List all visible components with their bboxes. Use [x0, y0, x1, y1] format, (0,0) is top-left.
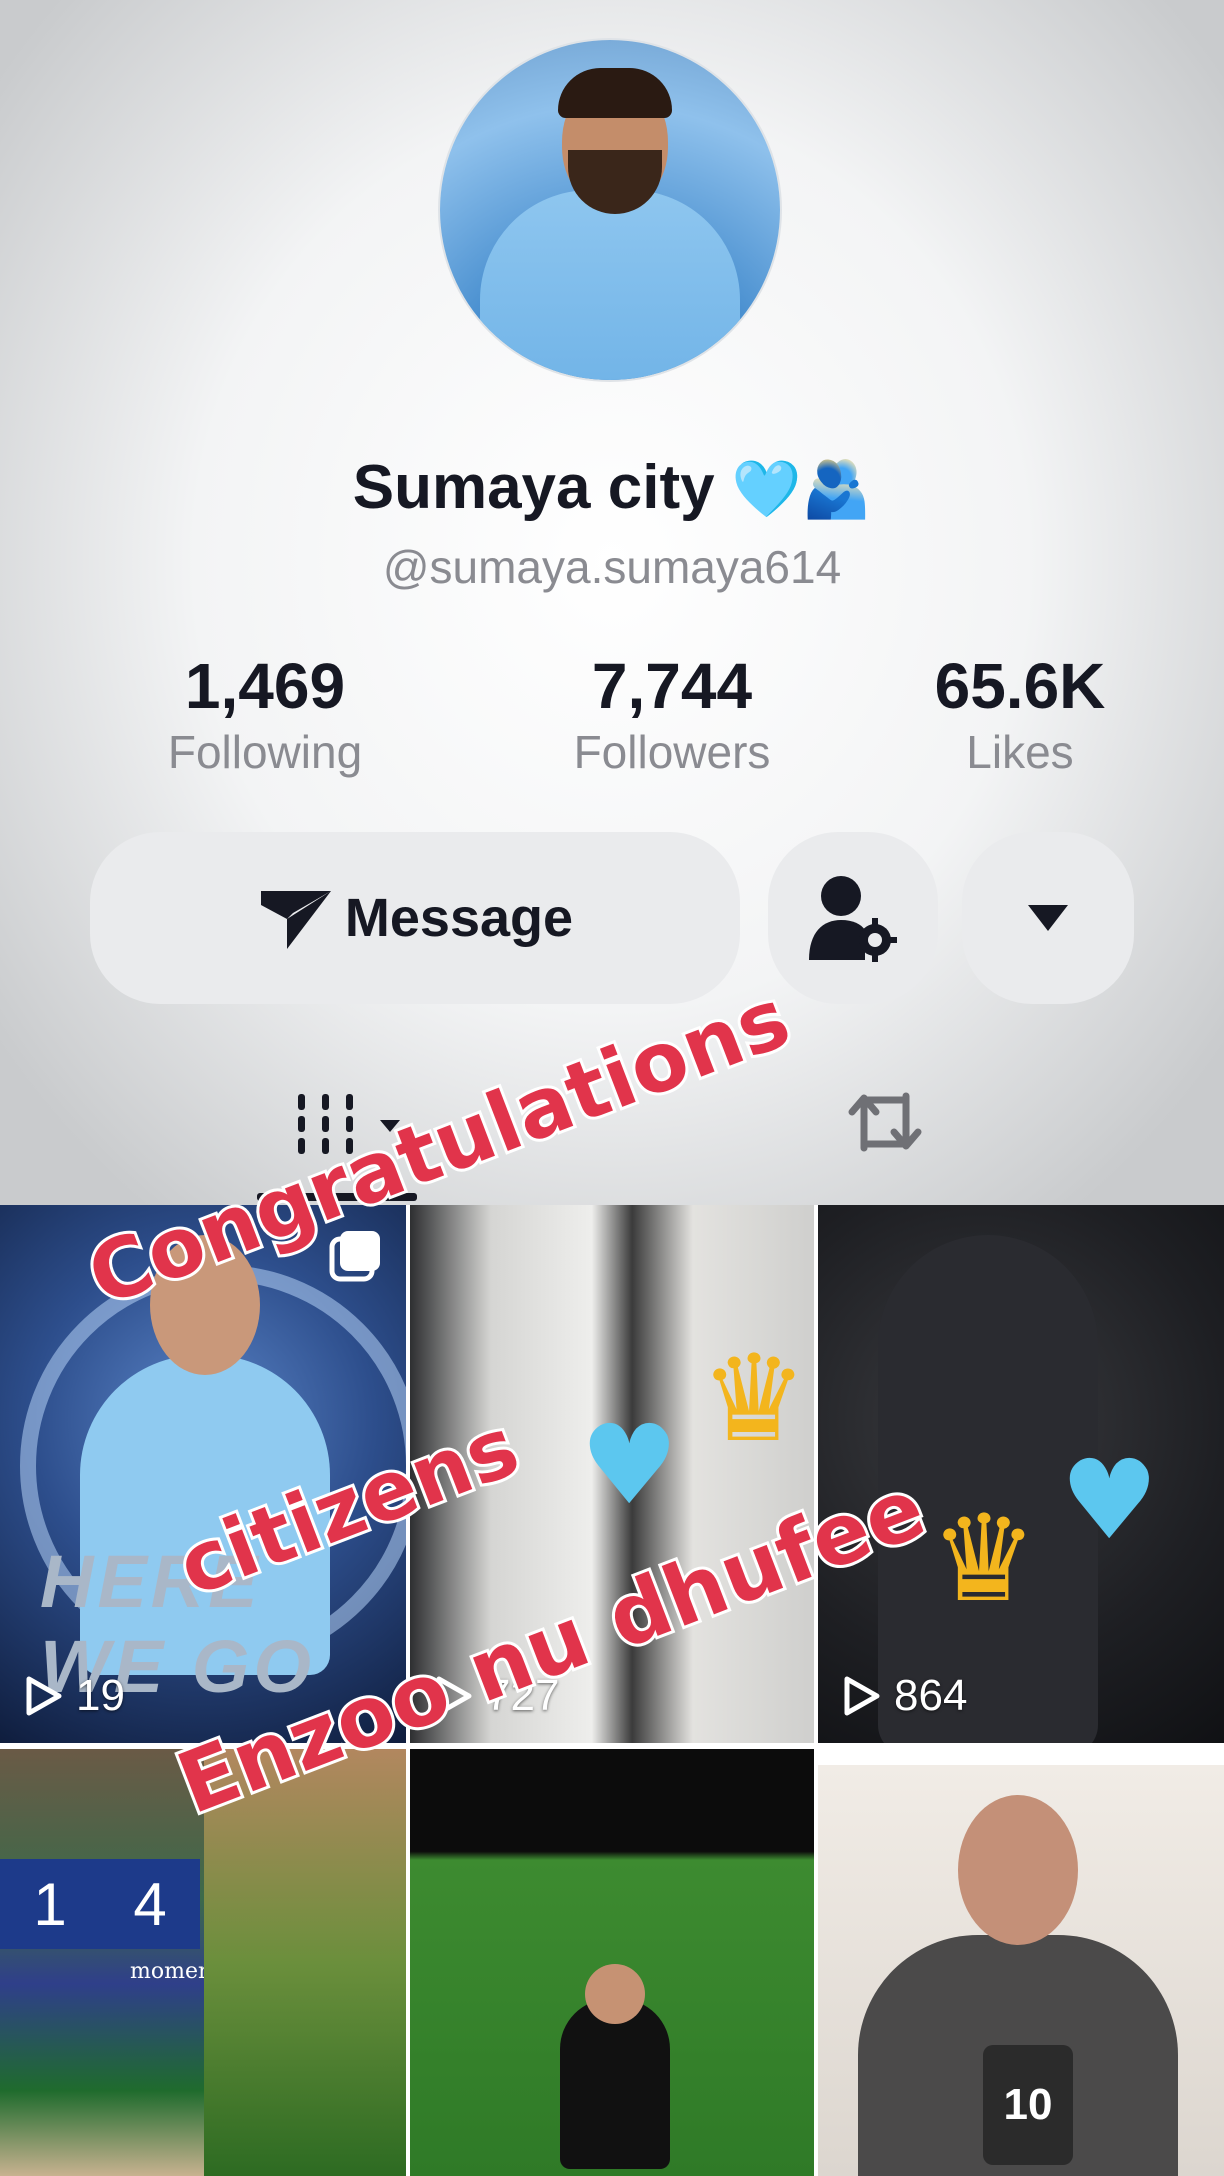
view-count: 19: [26, 1671, 125, 1721]
caret-down-icon: [1028, 905, 1068, 931]
light-blue-heart-icon: 🩵: [731, 457, 802, 520]
display-name-text: Sumaya city: [352, 453, 715, 522]
crown-icon: ♛: [930, 1490, 1038, 1629]
player-head: [585, 1964, 645, 2024]
likes-count: 65.6K: [934, 650, 1106, 722]
video-grid: HERE WE GO 19 727 864 1 4 moments 10: [0, 1205, 1224, 2176]
followers-label: Followers: [573, 726, 771, 778]
award-trophy: 10: [983, 2045, 1073, 2165]
people-hugging-icon: 🫂: [801, 457, 872, 520]
view-count: 864: [844, 1671, 967, 1721]
man-head: [958, 1795, 1078, 1945]
avatar-shirt: [480, 190, 740, 380]
profile-handle: @sumaya.sumaya614: [382, 541, 842, 593]
light-blue-heart-icon: ♥: [1060, 1436, 1159, 1564]
view-count-value: 19: [76, 1671, 125, 1720]
play-icon: [26, 1676, 62, 1716]
more-options-button[interactable]: [962, 832, 1134, 1004]
following-count: 1,469: [184, 650, 346, 722]
profile-display-name: Sumaya city 🩵🫂: [0, 452, 1224, 523]
likes-label: Likes: [966, 726, 1074, 778]
message-button[interactable]: Message: [90, 832, 740, 1004]
user-gear-icon: [809, 876, 897, 962]
crown-icon: ♛: [700, 1330, 808, 1469]
view-count-value: 864: [894, 1671, 968, 1720]
video-tile-5[interactable]: [410, 1749, 814, 2176]
tab-reposts[interactable]: [840, 1082, 930, 1172]
play-icon: [844, 1676, 880, 1716]
profile-avatar[interactable]: [440, 40, 780, 380]
stat-likes[interactable]: 65.6K Likes: [870, 648, 1170, 780]
light-blue-heart-icon: ♥: [580, 1401, 679, 1529]
following-label: Following: [167, 726, 363, 778]
repost-icon: [848, 1092, 922, 1152]
player-celebrating: [560, 1999, 670, 2169]
message-button-label: Message: [344, 888, 574, 948]
video-tile-6[interactable]: 10: [818, 1765, 1224, 2176]
profile-settings-button[interactable]: [768, 832, 938, 1004]
scoreboard: 1 4: [0, 1859, 200, 1949]
avatar-hair: [558, 68, 672, 118]
trophy-number: 10: [1003, 2080, 1053, 2129]
score-home: 1: [33, 1870, 67, 1938]
followers-count: 7,744: [591, 650, 753, 722]
score-away: 4: [133, 1870, 167, 1938]
stat-following[interactable]: 1,469 Following: [115, 648, 415, 780]
send-icon: [260, 891, 331, 949]
stat-followers[interactable]: 7,744 Followers: [522, 648, 822, 780]
